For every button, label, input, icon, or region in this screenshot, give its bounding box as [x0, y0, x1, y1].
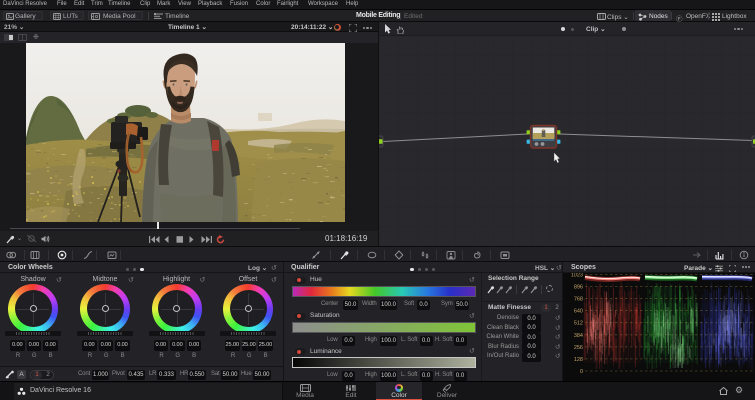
svg-text:1023: 1023 — [571, 273, 583, 279]
svg-text:512: 512 — [574, 321, 583, 327]
svg-text:768: 768 — [574, 297, 583, 303]
svg-text:128: 128 — [574, 357, 583, 363]
svg-text:384: 384 — [574, 333, 583, 339]
svg-text:640: 640 — [574, 309, 583, 315]
svg-text:0: 0 — [580, 369, 583, 375]
svg-text:256: 256 — [574, 345, 583, 351]
svg-text:896: 896 — [574, 285, 583, 291]
